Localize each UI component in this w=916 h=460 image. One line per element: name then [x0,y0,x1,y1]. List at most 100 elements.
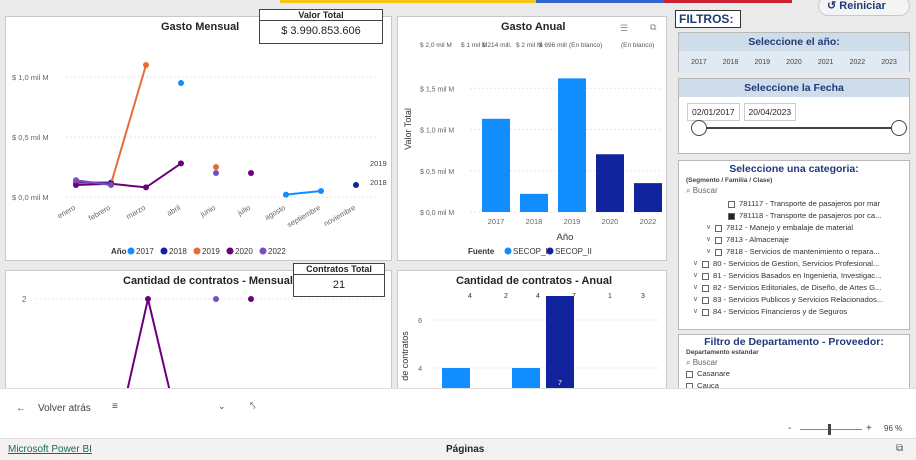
year-button-2017[interactable]: 2017 [691,59,707,66]
category-item-label: 7818 - Servicios de mantenimiento o repa… [726,247,880,256]
year-button-2022[interactable]: 2022 [850,59,866,66]
data-point-2020 [248,170,254,176]
department-search[interactable]: ⌕ Buscar [679,358,909,368]
bar-2020 [596,154,624,212]
bar-2022 [634,183,662,212]
y-tick-label: $ 0,5 mil M [12,133,49,142]
x-tick-label: 2018 [526,217,543,226]
gasto-mensual-card[interactable]: Gasto Mensual $ 0,0 mil M $ 0,5 mil M $ 1,… [5,16,392,261]
category-item[interactable]: 781118 - Transporte de pasajeros por ca.… [679,210,909,222]
category-tree: 781117 - Transporte de pasajeros por mar… [679,198,909,318]
checkbox[interactable] [715,248,722,256]
year-button-2018[interactable]: 2018 [723,59,739,66]
year-button-2023[interactable]: 2023 [881,59,897,66]
checkbox[interactable] [715,224,722,232]
department-item-label: Casanare [697,369,730,378]
powerbi-link[interactable]: Microsoft Power BI [8,444,92,455]
category-search[interactable]: ⌕ Buscar [679,186,909,196]
data-point [213,296,219,302]
volver-atras-button[interactable]: Volver atrás [38,403,91,414]
category-item[interactable]: 781117 - Transporte de pasajeros por mar [679,198,909,210]
date-range-slider[interactable] [691,120,907,136]
chevron-down-icon[interactable]: ∨ [693,258,702,270]
category-item[interactable]: ∨ 7813 - Almacenaje [679,234,909,246]
date-start-input[interactable]: 02/01/2017 [687,103,740,121]
year-button-2021[interactable]: 2021 [818,59,834,66]
category-item[interactable]: ∨ 7818 - Servicios de mantenimiento o rep… [679,246,909,258]
menu-icon[interactable]: ≡ [112,401,118,412]
reiniciar-button[interactable]: ↺ Reiniciar [818,0,910,16]
zoom-in-button[interactable]: + [866,423,872,434]
bar [442,368,470,388]
checkbox[interactable] [686,370,693,378]
year-button-2019[interactable]: 2019 [754,59,770,66]
chevron-down-icon[interactable]: ∨ [693,270,702,282]
legend-title: Año [111,247,127,256]
contratos-total-value: 21 [332,279,346,291]
year-filter: Seleccione el año: 2017 2018 2019 2020 2021 2… [678,32,910,73]
pages-button[interactable]: Páginas [446,444,484,455]
gasto-mensual-chart: $ 0,0 mil M $ 0,5 mil M $ 1,0 mil M enero fe… [12,62,387,256]
bar-2017 [482,118,510,212]
contratos-anual-card[interactable]: Cantidad de contratos - Anual 464247137d… [397,270,667,388]
slider-end-handle[interactable] [891,120,907,136]
category-item[interactable]: ∨ 80 - Servicios de Gestion, Servicios Pr… [679,258,909,270]
data-point-2017 [178,80,184,86]
data-point-2020 [143,184,149,191]
year-button-2020[interactable]: 2020 [786,59,802,66]
department-search-input[interactable]: Buscar [693,358,718,367]
checkbox[interactable] [728,200,735,208]
checkbox[interactable] [702,296,709,304]
x-tick-label: agosto [263,203,287,222]
y-axis-label: de contratos [400,331,410,381]
category-item-label: 80 - Servicios de Gestion, Servicios Pro… [713,259,880,268]
category-item[interactable]: ∨ 81 - Servicios Basados en Ingenieria, I… [679,270,909,282]
zoom-handle[interactable] [828,424,831,435]
chevron-down-icon[interactable]: ∨ [693,294,702,306]
x-axis-label: Año [557,232,574,243]
category-search-input[interactable]: Buscar [693,186,718,195]
collapse-icon[interactable]: ⤣ [250,401,256,412]
reset-icon: ↺ [827,0,840,12]
back-arrow-icon[interactable]: ← [16,403,26,414]
checkbox[interactable] [702,308,709,316]
slider-start-handle[interactable] [691,120,707,136]
zoom-out-button[interactable]: - [788,423,791,434]
chevron-down-icon[interactable]: ⌄ [218,401,226,412]
category-item[interactable]: ∨ 82 - Servicios Editoriales, de Diseño, … [679,282,909,294]
category-item-label: 781118 - Transporte de pasajeros por ca.… [739,211,882,220]
gasto-anual-card[interactable]: Gasto Anual ☰ ⧉ $ 0,0 mil M $ 0,5 mil M $ … [397,16,667,261]
category-item[interactable]: ∨ 7812 - Manejo y embalaje de material [679,222,909,234]
checkbox[interactable] [728,212,735,220]
chevron-down-icon[interactable]: ∨ [706,246,715,258]
checkbox[interactable] [702,272,709,280]
share-icon[interactable]: ⧉ [896,443,903,454]
bar-label: 7 [558,380,562,387]
category-item-label: 781117 - Transporte de pasajeros por mar [739,199,881,208]
date-end-input[interactable]: 20/04/2023 [743,103,797,121]
y-axis-label: Valor Total [403,108,413,150]
legend-marker-2020 [226,247,234,255]
checkbox[interactable] [715,236,722,244]
series-line-2019 [76,64,147,185]
chevron-down-icon[interactable]: ∨ [706,234,715,246]
category-item[interactable]: ∨ 83 - Servicios Publicos y Servicios Rel… [679,294,909,306]
y-tick-label: 6 [418,316,422,325]
y-tick-label: $ 1,5 mil M [420,86,454,93]
checkbox[interactable] [702,260,709,268]
contratos-total-card: Contratos Total 21 [293,263,385,297]
department-item[interactable]: Casanare [686,368,909,380]
category-item[interactable]: ∨ 84 - Servicios Financieros y de Seguros [679,306,909,318]
chevron-down-icon[interactable]: ∨ [693,306,702,318]
chevron-down-icon[interactable]: ∨ [706,222,715,234]
category-item-label: 7812 - Manejo y embalaje de material [726,223,854,232]
zoom-slider[interactable] [800,424,862,435]
top-label: 2 [504,293,508,300]
department-item[interactable]: Cauca [686,380,909,388]
gasto-anual-chart: $ 0,0 mil M $ 0,5 mil M $ 1,0 mil M $ 1,5 m… [403,42,662,256]
status-bar: Microsoft Power BI Páginas ⧉ [0,438,916,460]
checkbox[interactable] [702,284,709,292]
chevron-down-icon[interactable]: ∨ [693,282,702,294]
data-point-2020 [178,160,184,167]
department-item-label: Cauca [697,381,719,388]
